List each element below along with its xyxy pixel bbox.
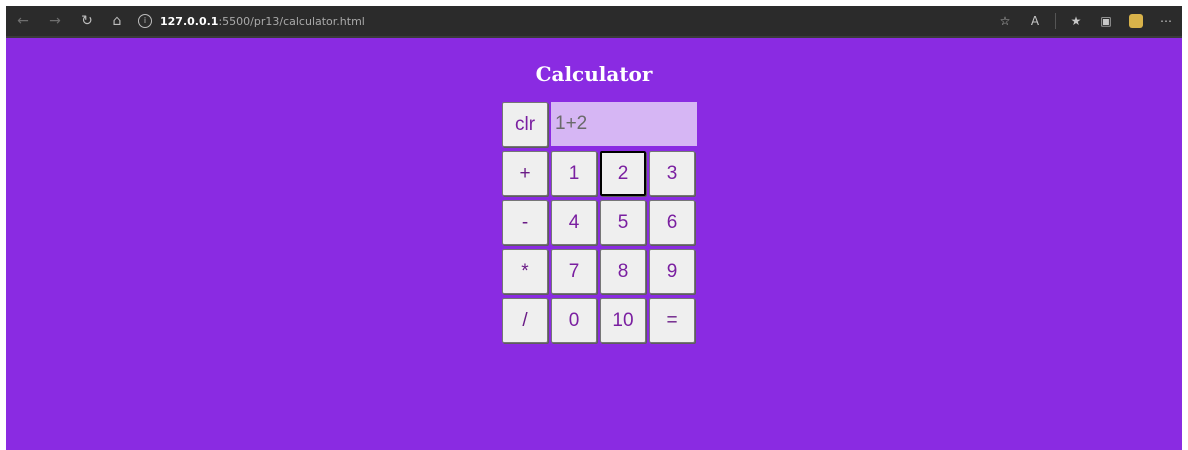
digit-7-button[interactable]: 7 xyxy=(551,249,597,294)
keypad-row: + 1 2 3 xyxy=(502,151,698,196)
digit-9-button[interactable]: 9 xyxy=(649,249,695,294)
calculator-display[interactable]: 1+2 xyxy=(551,102,697,146)
digit-3-button[interactable]: 3 xyxy=(649,151,695,196)
browser-toolbar: ← → ↻ ⌂ i 127.0.0.1 :5500/pr13/calculato… xyxy=(6,6,1182,38)
add-favorite-icon[interactable]: ☆ xyxy=(995,10,1015,32)
digit-6-button[interactable]: 6 xyxy=(649,200,695,245)
digit-1-button[interactable]: 1 xyxy=(551,151,597,196)
browser-window: ← → ↻ ⌂ i 127.0.0.1 :5500/pr13/calculato… xyxy=(6,6,1182,450)
toolbar-actions: ☆ A ★ ▣ ⋯ xyxy=(995,10,1176,32)
digit-2-button[interactable]: 2 xyxy=(600,151,646,196)
keypad-row: * 7 8 9 xyxy=(502,249,698,294)
profile-icon[interactable] xyxy=(1126,10,1146,32)
forward-arrow-icon[interactable]: → xyxy=(44,10,66,32)
keypad-row: / 0 10 = xyxy=(502,298,698,343)
collections-icon[interactable]: ▣ xyxy=(1096,10,1116,32)
more-icon[interactable]: ⋯ xyxy=(1156,10,1176,32)
subtract-button[interactable]: - xyxy=(502,200,548,245)
digit-5-button[interactable]: 5 xyxy=(600,200,646,245)
address-bar[interactable]: i 127.0.0.1 :5500/pr13/calculator.html xyxy=(138,10,365,32)
read-aloud-icon[interactable]: A xyxy=(1025,10,1045,32)
url-path: :5500/pr13/calculator.html xyxy=(218,14,365,28)
calculator: clr 1+2 + 1 2 3 - 4 5 6 * 7 8 9 / 0 10 = xyxy=(502,102,698,347)
page-title: Calculator xyxy=(535,62,653,86)
keypad-row: - 4 5 6 xyxy=(502,200,698,245)
multiply-button[interactable]: * xyxy=(502,249,548,294)
equals-button[interactable]: = xyxy=(649,298,695,343)
digit-0-button[interactable]: 0 xyxy=(551,298,597,343)
home-icon[interactable]: ⌂ xyxy=(106,10,128,32)
url-host: 127.0.0.1 xyxy=(160,14,219,28)
back-arrow-icon[interactable]: ← xyxy=(12,10,34,32)
info-icon[interactable]: i xyxy=(138,14,152,28)
toolbar-divider xyxy=(1055,13,1056,29)
number-10-button[interactable]: 10 xyxy=(600,298,646,343)
add-button[interactable]: + xyxy=(502,151,548,196)
digit-8-button[interactable]: 8 xyxy=(600,249,646,294)
refresh-icon[interactable]: ↻ xyxy=(76,10,98,32)
display-row: clr 1+2 xyxy=(502,102,698,147)
clear-button[interactable]: clr xyxy=(502,102,548,147)
digit-4-button[interactable]: 4 xyxy=(551,200,597,245)
divide-button[interactable]: / xyxy=(502,298,548,343)
favorites-icon[interactable]: ★ xyxy=(1066,10,1086,32)
